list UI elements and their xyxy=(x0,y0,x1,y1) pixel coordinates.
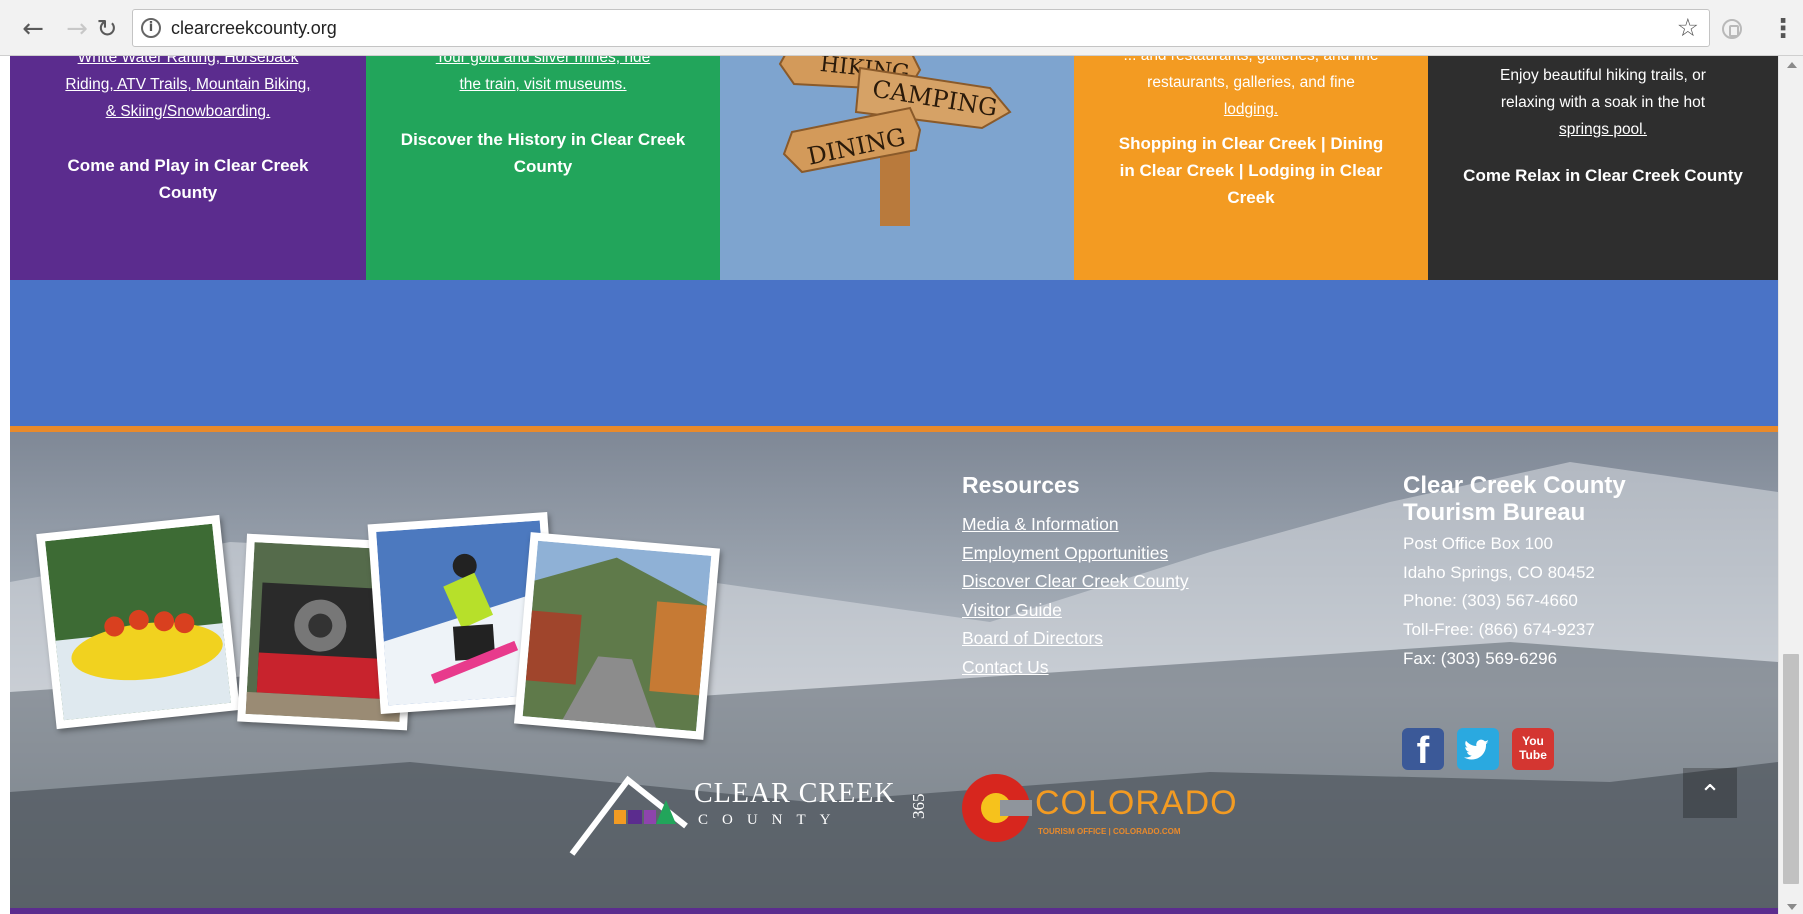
clear-creek-logo-name: CLEAR CREEK xyxy=(694,778,896,809)
photo-main-street xyxy=(513,532,721,740)
page-viewport: White Water Rafting, Horseback Riding, A… xyxy=(10,56,1778,914)
clear-creek-logo-365: 365 xyxy=(909,793,928,820)
extension-icon[interactable] xyxy=(1722,19,1742,39)
feature-history-line[interactable]: the train, visit museums. xyxy=(388,71,698,98)
bureau-fax: Fax: (303) 569-6296 xyxy=(1403,648,1558,668)
feature-play-line[interactable]: White Water Rafting, Horseback xyxy=(32,56,344,71)
info-icon[interactable]: i xyxy=(141,18,161,38)
site-footer: Resources Media & Information Employment… xyxy=(10,432,1778,908)
bookmark-star-icon[interactable]: ☆ xyxy=(1677,13,1699,42)
feature-shop-text: ... and restaurants, galleries, and fine… xyxy=(1096,56,1406,123)
colorado-logo-sub: TOURISM OFFICE | COLORADO.COM xyxy=(1038,827,1181,836)
feature-tile-shop: ... and restaurants, galleries, and fine… xyxy=(1074,56,1428,280)
feature-shop-line: restaurants, galleries, and fine xyxy=(1147,74,1355,91)
photo-rafting xyxy=(36,514,240,730)
clear-creek-logo-county: COUNTY xyxy=(698,812,845,828)
reload-icon[interactable]: ↻ xyxy=(92,14,122,44)
feature-play-line[interactable]: & Skiing/Snowboarding. xyxy=(32,98,344,125)
relax-cta-link[interactable]: Come Relax in Clear Creek County xyxy=(1444,162,1762,189)
feature-relax-text: Enjoy beautiful hiking trails, or relaxi… xyxy=(1450,62,1756,143)
back-to-top-button[interactable]: ⌃ xyxy=(1683,768,1737,818)
browser-toolbar: ← → ↻ i clearcreekcounty.org ☆ ⋮ xyxy=(0,0,1803,56)
signpost-image: HIKING CAMPING DINING xyxy=(720,56,1074,280)
bureau-heading: Clear Creek County Tourism Bureau xyxy=(1403,472,1626,526)
bureau-toll-free: Toll-Free: (866) 674-9237 xyxy=(1403,620,1595,640)
mountain-logo-icon xyxy=(569,775,688,856)
resource-link-discover[interactable]: Discover Clear Creek County xyxy=(962,567,1189,596)
blue-band xyxy=(10,280,1778,426)
footer-bottom-bar xyxy=(10,908,1778,914)
feature-tile-history: Tour gold and silver mines, ride the tra… xyxy=(366,56,720,280)
feature-tile-relax: Enjoy beautiful hiking trails, or relaxi… xyxy=(1428,56,1778,280)
twitter-icon[interactable] xyxy=(1457,728,1499,770)
feature-shop-line: ... and restaurants, galleries, and fine xyxy=(1096,56,1406,69)
resource-link-contact[interactable]: Contact Us xyxy=(962,653,1189,682)
vertical-scrollbar[interactable] xyxy=(1778,56,1803,914)
bureau-city-line: Idaho Springs, CO 80452 xyxy=(1403,562,1595,582)
feature-history-line[interactable]: Tour gold and silver mines, ride xyxy=(388,56,698,71)
feature-play-line[interactable]: Riding, ATV Trails, Mountain Biking, xyxy=(32,71,344,98)
feature-history-text: Tour gold and silver mines, ride the tra… xyxy=(388,56,698,98)
colorado-logo-name: COLORADO xyxy=(1035,784,1238,822)
feature-play-text: White Water Rafting, Horseback Riding, A… xyxy=(32,56,344,125)
resource-link-employment[interactable]: Employment Opportunities xyxy=(962,539,1189,568)
feature-relax-line[interactable]: relaxing with a soak in the hot xyxy=(1450,89,1756,116)
resource-link-media[interactable]: Media & Information xyxy=(962,510,1189,539)
bureau-address-line: Post Office Box 100 xyxy=(1403,534,1553,553)
facebook-icon[interactable]: f xyxy=(1402,728,1444,772)
youtube-icon[interactable]: You Tube xyxy=(1512,728,1554,770)
forward-arrow-icon[interactable]: → xyxy=(62,14,92,44)
resource-link-board[interactable]: Board of Directors xyxy=(962,624,1189,653)
bureau-phone: Phone: (303) 567-4660 xyxy=(1403,591,1578,611)
scrollbar-thumb[interactable] xyxy=(1783,654,1799,884)
feature-tiles: White Water Rafting, Horseback Riding, A… xyxy=(10,56,1778,280)
colorado-tourism-logo[interactable]: COLORADO TOURISM OFFICE | COLORADO.COM xyxy=(960,772,1237,852)
menu-dots-icon[interactable]: ⋮ xyxy=(1770,14,1796,44)
feature-tile-play: White Water Rafting, Horseback Riding, A… xyxy=(10,56,366,280)
resources-heading: Resources xyxy=(962,472,1080,498)
bureau-contact-info: Post Office Box 100 Idaho Springs, CO 80… xyxy=(1403,530,1595,674)
scroll-up-arrow-icon[interactable] xyxy=(1787,62,1797,68)
address-bar[interactable]: i clearcreekcounty.org ☆ xyxy=(132,9,1710,47)
url-text[interactable]: clearcreekcounty.org xyxy=(171,18,337,39)
resources-list: Media & Information Employment Opportuni… xyxy=(962,510,1189,682)
play-cta-link[interactable]: Come and Play in Clear Creek County xyxy=(40,152,336,206)
scroll-down-arrow-icon[interactable] xyxy=(1787,904,1797,910)
history-cta-link[interactable]: Discover the History in Clear Creek Coun… xyxy=(396,126,690,180)
feature-relax-line: Enjoy beautiful hiking trails, or xyxy=(1500,67,1706,84)
resource-link-visitor-guide[interactable]: Visitor Guide xyxy=(962,596,1189,625)
back-arrow-icon[interactable]: ← xyxy=(18,14,48,44)
clear-creek-county-logo[interactable]: CLEAR CREEK COUNTY 365 xyxy=(568,774,948,858)
shop-cta-links[interactable]: Shopping in Clear Creek | Dining in Clea… xyxy=(1114,130,1388,211)
feature-tile-signpost: HIKING CAMPING DINING xyxy=(720,56,1074,280)
feature-shop-line[interactable]: lodging. xyxy=(1096,96,1406,123)
colorado-c-icon xyxy=(962,774,1034,842)
feature-relax-line[interactable]: springs pool. xyxy=(1450,116,1756,143)
